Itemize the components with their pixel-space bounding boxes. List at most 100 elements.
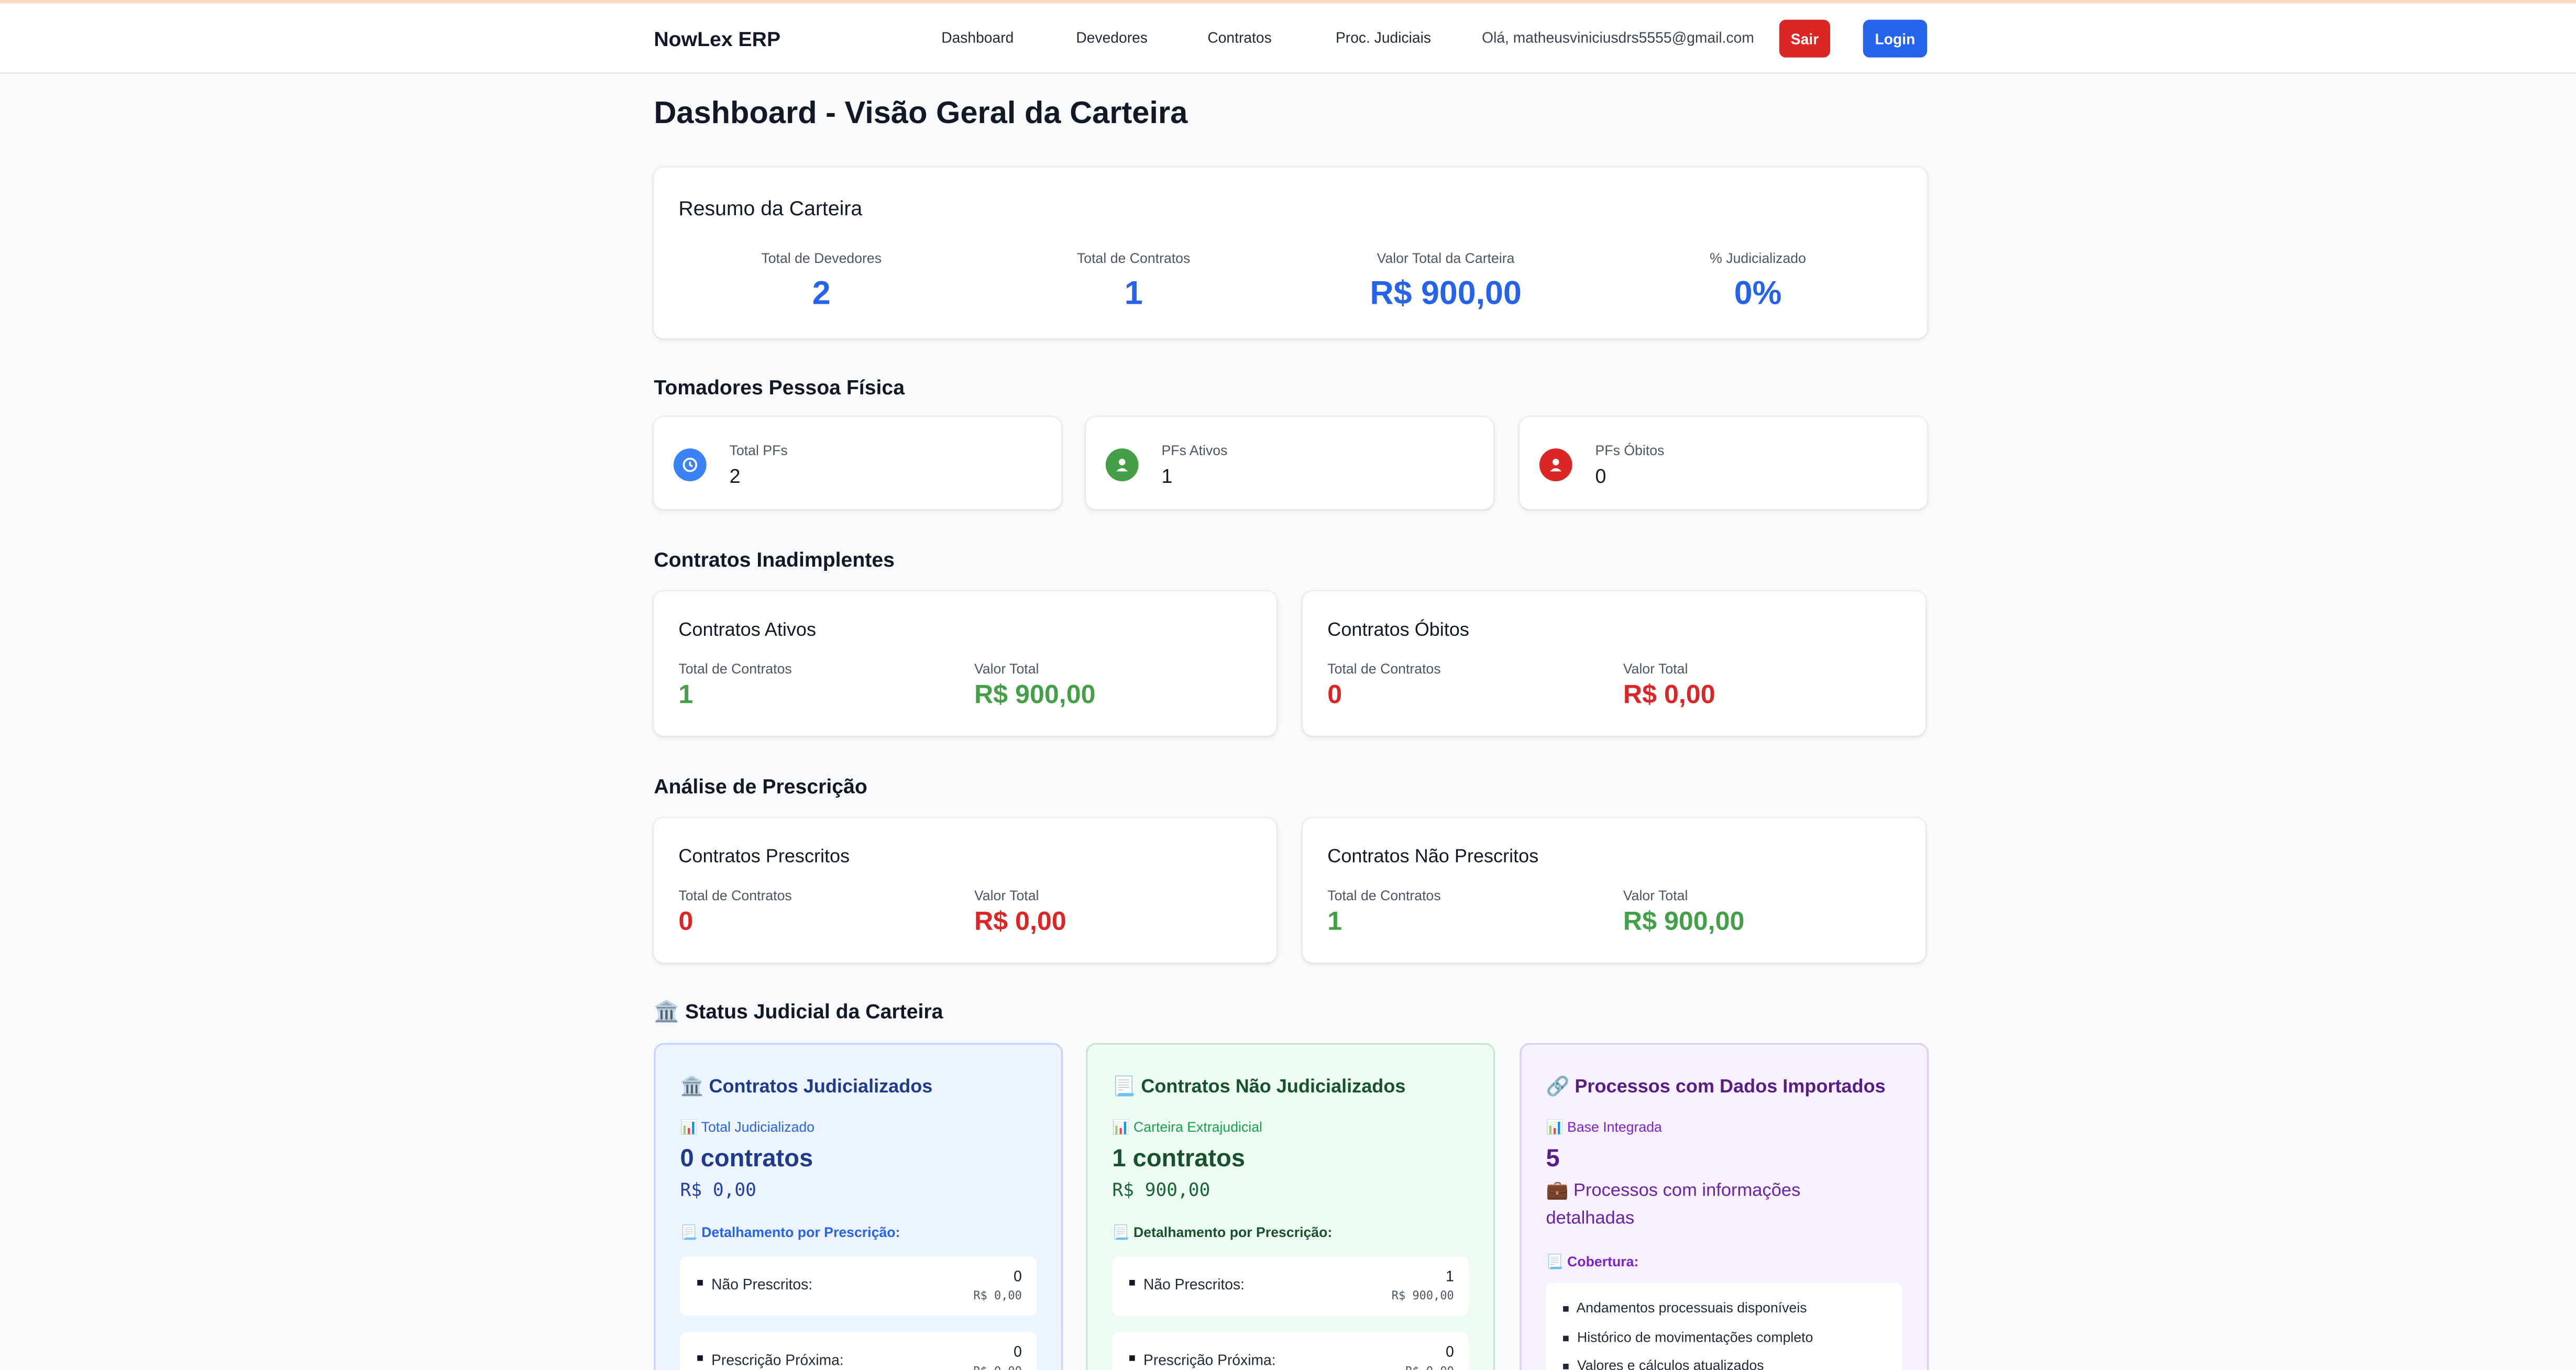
- card-processos-importados: 🔗 Processos com Dados Importados 📊 Base …: [1520, 1043, 1929, 1370]
- section-title-judicial: 🏛️ Status Judicial da Carteira: [654, 1000, 943, 1024]
- total-value: R$ 0,00: [974, 908, 1066, 936]
- page-title: Dashboard - Visão Geral da Carteira: [654, 97, 1188, 131]
- total-value: R$ 900,00: [1623, 908, 1745, 936]
- count-label: Total de Contratos: [678, 660, 792, 677]
- bullet-icon: ■: [1562, 1304, 1570, 1316]
- row-value: R$ 0,00: [1405, 1365, 1454, 1369]
- row-count: 0: [1014, 1268, 1022, 1285]
- count-value: 0: [1327, 681, 1342, 710]
- nav-dashboard[interactable]: Dashboard: [941, 29, 1014, 46]
- stat-percent-judicializado: % Judicializado 0%: [1602, 250, 1914, 314]
- detail-row: ■ Prescrição Próxima: 0 R$ 0,00: [680, 1332, 1037, 1370]
- bullet-icon: ■: [1562, 1333, 1570, 1345]
- stat-label: Valor Total da Carteira: [1377, 249, 1515, 267]
- user-icon: [1539, 448, 1572, 481]
- section-title-pf: Tomadores Pessoa Física: [654, 376, 905, 400]
- coverage-item-text: Andamentos processuais disponíveis: [1576, 1299, 1807, 1316]
- detail-row: ■ Não Prescritos: 0 R$ 0,00: [680, 1256, 1037, 1316]
- count-value: 1: [1327, 908, 1342, 936]
- row-label: Prescrição Próxima:: [711, 1352, 844, 1368]
- stat-value: 2: [812, 275, 831, 312]
- contract-count: 1 contratos: [1112, 1145, 1246, 1173]
- coverage-list: ■ Andamentos processuais disponíveis ■ H…: [1546, 1283, 1903, 1370]
- row-label: Não Prescritos:: [1143, 1276, 1245, 1293]
- detail-heading: 📃 Detalhamento por Prescrição:: [680, 1223, 900, 1241]
- stat-total-devedores: Total de Devedores 2: [665, 250, 977, 314]
- card-title: Contratos Não Prescritos: [1327, 847, 1539, 868]
- process-description: 💼 Processos com informações detalhadas: [1546, 1181, 1801, 1229]
- count-value: 1: [678, 681, 693, 710]
- value-label: Valor Total: [1623, 887, 1688, 904]
- section-title-prescricao: Análise de Prescrição: [654, 775, 867, 799]
- login-button[interactable]: Login: [1863, 19, 1928, 58]
- bullet-icon: ■: [696, 1353, 704, 1365]
- pf-value: 0: [1595, 465, 1606, 488]
- coverage-item-text: Histórico de movimentações completo: [1577, 1329, 1813, 1345]
- card-contratos-obitos: Contratos Óbitos Total de Contratos Valo…: [1303, 591, 1925, 736]
- count-label: Total de Contratos: [678, 887, 792, 904]
- value-label: Valor Total: [974, 660, 1039, 677]
- card-title: Contratos Óbitos: [1327, 621, 1469, 641]
- row-count: 1: [1446, 1268, 1454, 1285]
- stat-label: Total de Contratos: [1076, 249, 1191, 267]
- detail-heading: 📃 Detalhamento por Prescrição:: [1112, 1223, 1333, 1241]
- card-judicializados: 🏛️ Contratos Judicializados 📊 Total Judi…: [654, 1043, 1063, 1370]
- pf-value: 2: [729, 465, 741, 488]
- value-label: Valor Total: [974, 887, 1039, 904]
- row-count: 0: [1014, 1343, 1022, 1361]
- coverage-item-text: Valores e cálculos atualizados: [1577, 1356, 1764, 1370]
- card-subtitle: 📊 Carteira Extrajudicial: [1112, 1118, 1263, 1135]
- card-subtitle: 📊 Base Integrada: [1546, 1118, 1662, 1135]
- coverage-item: ■ Valores e cálculos atualizados: [1562, 1357, 1764, 1370]
- card-title: 🔗 Processos com Dados Importados: [1546, 1077, 1886, 1098]
- summary-title: Resumo da Carteira: [678, 197, 863, 220]
- contract-value: R$ 900,00: [1112, 1179, 1210, 1201]
- clock-icon: [673, 448, 707, 481]
- card-title: 🏛️ Contratos Judicializados: [680, 1077, 933, 1098]
- coverage-item: ■ Histórico de movimentações completo: [1562, 1329, 1813, 1345]
- row-count: 0: [1446, 1343, 1454, 1361]
- bullet-icon: ■: [1562, 1362, 1570, 1370]
- stat-valor-total: Valor Total da Carteira R$ 900,00: [1290, 250, 1602, 314]
- count-label: Total de Contratos: [1327, 887, 1441, 904]
- process-count: 5: [1546, 1145, 1560, 1173]
- total-value: R$ 900,00: [974, 681, 1096, 710]
- row-value: R$ 0,00: [973, 1289, 1022, 1303]
- bullet-icon: ■: [1128, 1278, 1136, 1290]
- stat-value: 1: [1124, 275, 1143, 312]
- pf-card-total: Total PFs 2: [654, 417, 1062, 510]
- nav-contratos[interactable]: Contratos: [1207, 29, 1271, 46]
- bullet-icon: ■: [696, 1278, 704, 1290]
- pf-label: PFs Óbitos: [1595, 441, 1665, 459]
- user-greeting: Olá, matheusviniciusdrs5555@gmail.com: [1482, 29, 1754, 46]
- value-label: Valor Total: [1623, 660, 1688, 677]
- card-contratos-ativos: Contratos Ativos Total de Contratos Valo…: [654, 591, 1277, 736]
- stat-value: 0%: [1734, 275, 1782, 312]
- user-icon: [1105, 448, 1139, 481]
- card-contratos-prescritos: Contratos Prescritos Total de Contratos …: [654, 817, 1277, 963]
- pf-card-obitos: PFs Óbitos 0: [1520, 417, 1928, 510]
- row-value: R$ 0,00: [973, 1365, 1022, 1369]
- card-contratos-nao-prescritos: Contratos Não Prescritos Total de Contra…: [1303, 817, 1925, 963]
- pf-label: Total PFs: [729, 441, 788, 459]
- card-title: Contratos Prescritos: [678, 847, 850, 868]
- stat-value: R$ 900,00: [1370, 275, 1522, 312]
- card-nao-judicializados: 📃 Contratos Não Judicializados 📊 Carteir…: [1086, 1043, 1495, 1370]
- nav-devedores[interactable]: Devedores: [1076, 29, 1148, 46]
- row-label: Prescrição Próxima:: [1143, 1352, 1276, 1368]
- stat-label: % Judicializado: [1710, 249, 1806, 267]
- coverage-item: ■ Andamentos processuais disponíveis: [1562, 1299, 1807, 1316]
- bullet-icon: ■: [1128, 1353, 1136, 1365]
- brand-logo[interactable]: NowLex ERP: [654, 28, 780, 51]
- logout-button[interactable]: Sair: [1779, 19, 1831, 58]
- detail-row: ■ Não Prescritos: 1 R$ 900,00: [1112, 1256, 1469, 1316]
- count-label: Total de Contratos: [1327, 660, 1441, 677]
- pf-value: 1: [1161, 465, 1173, 488]
- stat-label: Total de Devedores: [761, 249, 882, 267]
- card-title: Contratos Ativos: [678, 621, 817, 641]
- contract-count: 0 contratos: [680, 1145, 813, 1173]
- pf-card-ativos: PFs Ativos 1: [1086, 417, 1494, 510]
- card-subtitle: 📊 Total Judicializado: [680, 1118, 815, 1135]
- pf-label: PFs Ativos: [1161, 441, 1228, 459]
- nav-proc-judiciais[interactable]: Proc. Judiciais: [1336, 29, 1431, 46]
